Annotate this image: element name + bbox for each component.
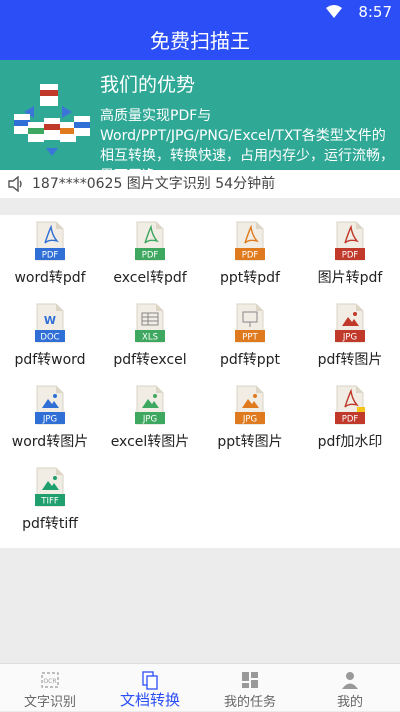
image-file-icon: JPG: [135, 385, 165, 425]
svg-text:PDF: PDF: [342, 415, 359, 425]
nav-tab-文档转换[interactable]: 文档转换: [100, 664, 200, 712]
file-conversion-illustration: [10, 82, 96, 158]
pdf-file-icon: PDF: [335, 221, 365, 261]
advantages-banner: 我们的优势 高质量实现PDF与Word/PPT/JPG/PNG/Excel/TX…: [0, 60, 400, 170]
tool-pdf转图片[interactable]: JPG pdf转图片: [300, 297, 400, 379]
tool-pdf加水印[interactable]: PDF pdf加水印: [300, 379, 400, 461]
tool-label: pdf转图片: [300, 349, 400, 369]
svg-text:JPG: JPG: [42, 415, 57, 425]
nav-tab-label: 文档转换: [100, 689, 200, 710]
tool-label: word转图片: [0, 431, 100, 451]
nav-tab-文字识别[interactable]: OCR 文字识别: [0, 664, 100, 712]
tool-label: pdf转word: [0, 349, 100, 369]
nav-tab-label: 文字识别: [0, 691, 100, 710]
tool-图片转pdf[interactable]: PDF 图片转pdf: [300, 215, 400, 297]
image-file-icon: JPG: [335, 303, 365, 343]
notice-text: 187****0625 图片文字识别 54分钟前: [32, 170, 275, 198]
tool-ppt转图片[interactable]: JPG ppt转图片: [200, 379, 300, 461]
conversion-tools-grid: PDF word转pdf PDF excel转pdf PDF ppt转pdf PDF 图片转p…: [0, 215, 400, 548]
tool-word转pdf[interactable]: PDF word转pdf: [0, 215, 100, 297]
svg-text:JPG: JPG: [342, 333, 357, 343]
tasks-grid-icon: [240, 670, 260, 690]
svg-text:PPT: PPT: [242, 333, 258, 343]
pdf-file-icon: PDF: [235, 221, 265, 261]
profile-icon: [340, 670, 360, 690]
ocr-icon: OCR: [40, 670, 60, 690]
tool-label: ppt转pdf: [200, 267, 300, 287]
svg-text:PDF: PDF: [342, 251, 359, 261]
svg-text:JPG: JPG: [142, 415, 157, 425]
status-bar: 8:57: [0, 0, 400, 24]
nav-tab-我的任务[interactable]: 我的任务: [200, 664, 300, 712]
svg-text:W: W: [44, 314, 56, 327]
tool-pdf转excel[interactable]: XLS pdf转excel: [100, 297, 200, 379]
nav-tab-我的[interactable]: 我的: [300, 664, 400, 712]
svg-text:DOC: DOC: [40, 333, 59, 343]
pdf-file-icon: PDF: [135, 221, 165, 261]
app-title: 免费扫描王: [0, 24, 400, 60]
tool-pdf转tiff[interactable]: TIFF pdf转tiff: [0, 461, 100, 543]
tool-pdf转ppt[interactable]: PPT pdf转ppt: [200, 297, 300, 379]
nav-tab-label: 我的: [300, 691, 400, 710]
tool-label: pdf加水印: [300, 431, 400, 451]
svg-text:JPG: JPG: [242, 415, 257, 425]
excel-file-icon: XLS: [135, 303, 165, 343]
svg-text:OCR: OCR: [43, 678, 56, 685]
tool-word转图片[interactable]: JPG word转图片: [0, 379, 100, 461]
tool-label: excel转图片: [100, 431, 200, 451]
tool-excel转图片[interactable]: JPG excel转图片: [100, 379, 200, 461]
tool-label: word转pdf: [0, 267, 100, 287]
watermark-file-icon: PDF: [335, 385, 365, 425]
svg-text:XLS: XLS: [142, 333, 158, 343]
recent-activity-notice: 187****0625 图片文字识别 54分钟前: [0, 170, 400, 198]
bottom-navigation: OCR 文字识别文档转换我的任务我的: [0, 663, 400, 711]
nav-tab-label: 我的任务: [200, 691, 300, 710]
tool-label: 图片转pdf: [300, 267, 400, 287]
svg-text:PDF: PDF: [42, 251, 59, 261]
tool-excel转pdf[interactable]: PDF excel转pdf: [100, 215, 200, 297]
tiff-file-icon: TIFF: [35, 467, 65, 507]
word-file-icon: DOC W: [35, 303, 65, 343]
speaker-icon: [8, 176, 26, 192]
tool-ppt转pdf[interactable]: PDF ppt转pdf: [200, 215, 300, 297]
tool-label: pdf转tiff: [0, 513, 100, 533]
documents-icon: [140, 670, 160, 690]
tool-label: excel转pdf: [100, 267, 200, 287]
banner-heading: 我们的优势: [100, 70, 195, 97]
svg-text:PDF: PDF: [142, 251, 159, 261]
tool-label: pdf转excel: [100, 349, 200, 369]
tool-label: ppt转图片: [200, 431, 300, 451]
tool-pdf转word[interactable]: DOC Wpdf转word: [0, 297, 100, 379]
ppt-file-icon: PPT: [235, 303, 265, 343]
svg-text:TIFF: TIFF: [40, 497, 59, 507]
wifi-icon: [326, 5, 342, 18]
pdf-file-icon: PDF: [35, 221, 65, 261]
image-file-icon: JPG: [235, 385, 265, 425]
tool-label: pdf转ppt: [200, 349, 300, 369]
svg-text:PDF: PDF: [242, 251, 259, 261]
image-file-icon: JPG: [35, 385, 65, 425]
status-time: 8:57: [358, 3, 392, 21]
